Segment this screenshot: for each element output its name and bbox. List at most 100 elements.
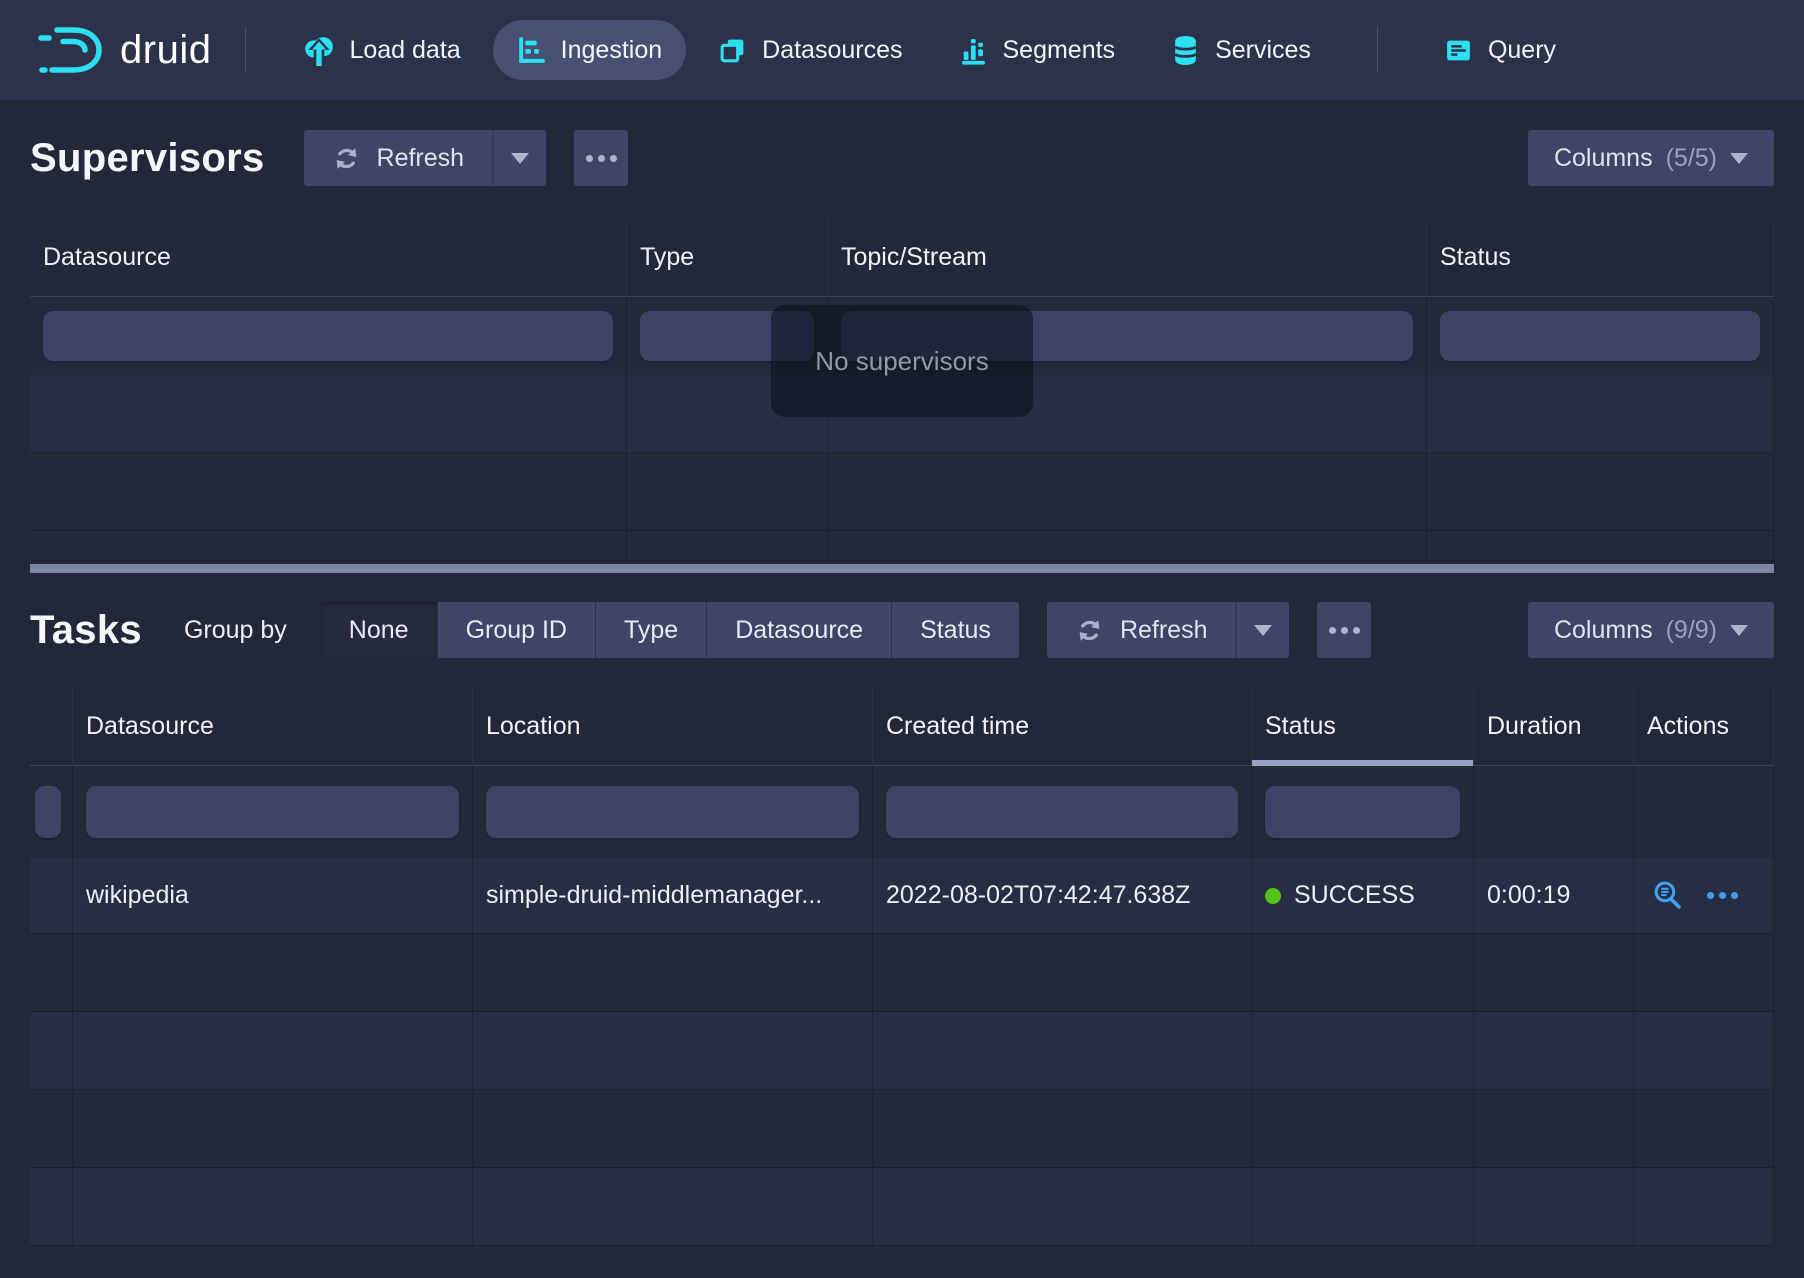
refresh-label: Refresh — [377, 144, 465, 173]
nav-item-label: Services — [1215, 36, 1311, 65]
tasks-table-header: Datasource Location Created time Status … — [30, 688, 1774, 766]
caret-down-icon — [1254, 625, 1272, 636]
table-row-wikipedia: wikipedia simple-druid-middlemanager... … — [30, 858, 1774, 934]
druid-logo-icon — [38, 23, 104, 77]
table-row-empty — [30, 934, 1774, 1012]
brand-name: druid — [120, 28, 211, 73]
supervisors-toolbar: Supervisors Refresh Columns (5/5) — [30, 130, 1774, 186]
column-header-type[interactable]: Type — [627, 219, 828, 296]
supervisors-refresh-split-button: Refresh — [304, 130, 547, 186]
datasources-icon — [718, 36, 747, 65]
tasks-refresh-button[interactable]: Refresh — [1047, 602, 1236, 658]
tasks-columns-button[interactable]: Columns (9/9) — [1528, 602, 1774, 658]
filter-input-status[interactable] — [1265, 786, 1460, 838]
supervisors-title: Supervisors — [30, 136, 265, 181]
nav-item-label: Ingestion — [561, 36, 662, 65]
column-header-actions[interactable]: Actions — [1634, 688, 1774, 765]
more-icon — [1329, 627, 1360, 634]
filter-input-datasource[interactable] — [43, 311, 613, 361]
nav-item-label: Datasources — [762, 36, 902, 65]
services-icon — [1171, 35, 1200, 66]
group-by-type-button[interactable]: Type — [595, 602, 706, 658]
cell-status: SUCCESS — [1252, 858, 1474, 933]
cell-actions — [1634, 858, 1774, 933]
group-by-status-button[interactable]: Status — [891, 602, 1019, 658]
tasks-table: Datasource Location Created time Status … — [30, 688, 1774, 1246]
search-details-icon — [1652, 880, 1683, 911]
nav-item-datasources[interactable]: Datasources — [694, 20, 926, 80]
table-row-empty — [30, 531, 1774, 561]
tasks-refresh-split-button: Refresh — [1047, 602, 1290, 658]
cell-created-time: 2022-08-02T07:42:47.638Z — [873, 858, 1252, 933]
supervisors-table: Datasource Type Topic/Stream Status No s… — [30, 219, 1774, 561]
filter-input-type[interactable] — [640, 311, 814, 361]
columns-label: Columns — [1554, 616, 1653, 645]
druid-logo[interactable]: druid — [38, 23, 211, 77]
table-row-empty — [30, 453, 1774, 531]
top-navbar: druid Load data Ingestion — [0, 0, 1804, 100]
tasks-filter-row — [30, 766, 1774, 858]
group-by-none-button[interactable]: None — [321, 602, 437, 658]
columns-label: Columns — [1554, 144, 1653, 173]
horizontal-scrollbar[interactable] — [30, 564, 1774, 573]
columns-count: (9/9) — [1666, 616, 1717, 645]
column-header-duration[interactable]: Duration — [1474, 688, 1634, 765]
navbar-divider — [245, 27, 246, 73]
nav-item-segments[interactable]: Segments — [935, 20, 1140, 80]
tasks-toolbar: Tasks Group by None Group ID Type Dataso… — [30, 601, 1774, 659]
column-header-status[interactable]: Status — [1252, 688, 1474, 765]
supervisors-filter-row — [30, 297, 1774, 375]
tasks-title: Tasks — [30, 608, 142, 653]
caret-down-icon — [511, 153, 529, 164]
supervisors-more-button[interactable] — [574, 130, 628, 186]
supervisors-columns-button[interactable]: Columns (5/5) — [1528, 130, 1774, 186]
column-header-location[interactable]: Location — [473, 688, 873, 765]
group-by-group-id-button[interactable]: Group ID — [437, 602, 595, 658]
ingestion-icon — [517, 36, 546, 65]
cell-location: simple-druid-middlemanager... — [473, 858, 873, 933]
filter-input-status[interactable] — [1440, 311, 1760, 361]
segments-icon — [959, 36, 988, 65]
success-status-dot — [1265, 888, 1281, 904]
table-row-empty — [30, 1090, 1774, 1168]
group-by-button-group: None Group ID Type Datasource Status — [321, 602, 1019, 658]
refresh-icon — [1075, 616, 1104, 645]
query-icon — [1444, 36, 1473, 65]
nav-item-services[interactable]: Services — [1147, 20, 1335, 80]
filter-input-created-time[interactable] — [886, 786, 1238, 838]
column-header-status[interactable]: Status — [1427, 219, 1774, 296]
filter-input-expand[interactable] — [35, 786, 61, 838]
nav-item-label: Query — [1488, 36, 1556, 65]
caret-down-icon — [1730, 153, 1748, 164]
column-header-created-time[interactable]: Created time — [873, 688, 1252, 765]
nav-item-load-data[interactable]: Load data — [280, 20, 484, 80]
tasks-more-button[interactable] — [1317, 602, 1371, 658]
filter-input-topic-stream[interactable] — [841, 311, 1413, 361]
filter-input-datasource[interactable] — [86, 786, 459, 838]
supervisors-table-header: Datasource Type Topic/Stream Status — [30, 219, 1774, 297]
table-row-empty — [30, 1012, 1774, 1090]
supervisors-refresh-button[interactable]: Refresh — [304, 130, 493, 186]
task-detail-button[interactable] — [1652, 880, 1683, 911]
cell-duration: 0:00:19 — [1474, 858, 1634, 933]
table-row-empty — [30, 1168, 1774, 1246]
supervisors-refresh-caret-button[interactable] — [492, 130, 546, 186]
table-row-empty — [30, 375, 1774, 453]
nav-item-label: Segments — [1003, 36, 1116, 65]
nav-item-label: Load data — [349, 36, 460, 65]
group-by-label: Group by — [184, 616, 287, 645]
refresh-icon — [332, 144, 361, 173]
tasks-refresh-caret-button[interactable] — [1235, 602, 1289, 658]
refresh-label: Refresh — [1120, 616, 1208, 645]
nav-item-query[interactable]: Query — [1420, 20, 1580, 80]
navbar-divider — [1377, 27, 1378, 73]
column-header-topic-stream[interactable]: Topic/Stream — [828, 219, 1427, 296]
task-actions-menu-button[interactable] — [1707, 892, 1738, 899]
filter-input-location[interactable] — [486, 786, 859, 838]
column-header-datasource[interactable]: Datasource — [73, 688, 473, 765]
status-text: SUCCESS — [1294, 881, 1415, 910]
group-by-datasource-button[interactable]: Datasource — [706, 602, 891, 658]
column-header-datasource[interactable]: Datasource — [30, 219, 627, 296]
nav-item-ingestion[interactable]: Ingestion — [493, 20, 686, 80]
columns-count: (5/5) — [1666, 144, 1717, 173]
